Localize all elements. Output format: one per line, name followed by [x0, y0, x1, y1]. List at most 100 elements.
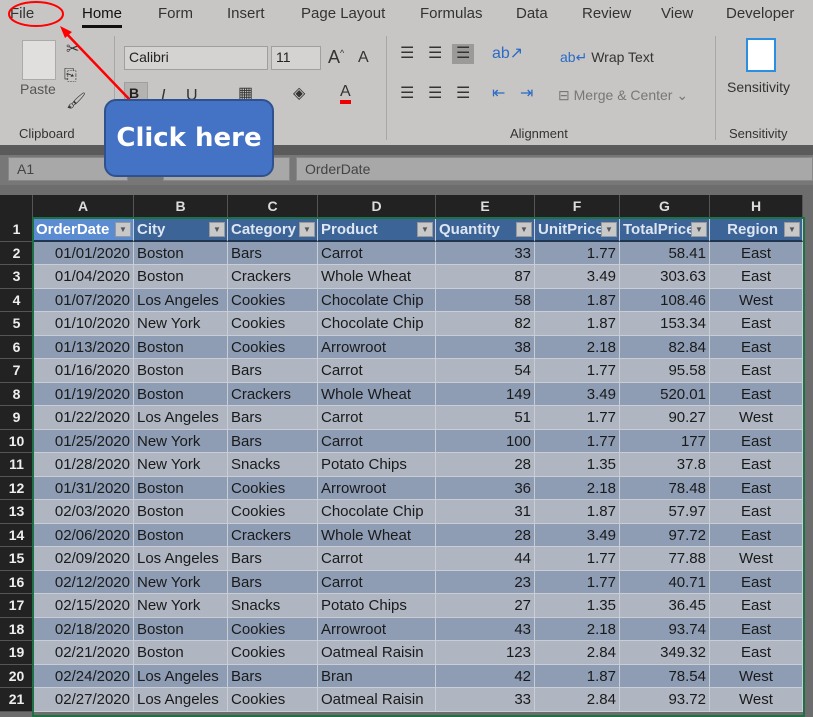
cell[interactable]: Boston: [134, 335, 228, 359]
tab-review[interactable]: Review: [582, 5, 631, 22]
cell[interactable]: 01/10/2020: [33, 312, 134, 336]
cell[interactable]: 28: [436, 453, 535, 477]
filter-dropdown-icon[interactable]: ▼: [601, 222, 617, 237]
paste-button[interactable]: Paste: [20, 82, 56, 96]
cell[interactable]: 90.27: [620, 406, 710, 430]
cell[interactable]: Boston: [134, 382, 228, 406]
copy-icon[interactable]: ⎘: [64, 68, 77, 84]
cell[interactable]: Carrot: [318, 570, 436, 594]
cell[interactable]: Boston: [134, 359, 228, 383]
cell[interactable]: Whole Wheat: [318, 523, 436, 547]
cell[interactable]: 02/24/2020: [33, 664, 134, 688]
cell[interactable]: Carrot: [318, 547, 436, 571]
cell[interactable]: 02/27/2020: [33, 688, 134, 712]
cell[interactable]: 02/21/2020: [33, 641, 134, 665]
cell[interactable]: 27: [436, 594, 535, 618]
fill-color-icon[interactable]: ◈: [293, 86, 305, 102]
cell[interactable]: 58.41: [620, 241, 710, 265]
column-header-A[interactable]: A: [33, 195, 134, 218]
filter-dropdown-icon[interactable]: ▼: [209, 222, 225, 237]
row-header[interactable]: 8: [0, 382, 33, 406]
cell[interactable]: 42: [436, 664, 535, 688]
cell[interactable]: Whole Wheat: [318, 382, 436, 406]
cell[interactable]: New York: [134, 312, 228, 336]
cell[interactable]: 57.97: [620, 500, 710, 524]
column-header-H[interactable]: H: [710, 195, 803, 218]
cell[interactable]: Cookies: [228, 335, 318, 359]
cell[interactable]: 1.77: [535, 241, 620, 265]
cell[interactable]: 02/06/2020: [33, 523, 134, 547]
cell[interactable]: 33: [436, 688, 535, 712]
filter-dropdown-icon[interactable]: ▼: [115, 222, 131, 237]
cell[interactable]: 349.32: [620, 641, 710, 665]
cell[interactable]: 153.34: [620, 312, 710, 336]
cell[interactable]: Carrot: [318, 359, 436, 383]
cell[interactable]: 95.58: [620, 359, 710, 383]
cell[interactable]: 1.87: [535, 288, 620, 312]
tab-form[interactable]: Form: [158, 5, 193, 22]
cell[interactable]: 01/31/2020: [33, 476, 134, 500]
row-header[interactable]: 2: [0, 241, 33, 265]
cell[interactable]: Crackers: [228, 382, 318, 406]
cell[interactable]: East: [710, 570, 803, 594]
cell[interactable]: 1.87: [535, 312, 620, 336]
cell[interactable]: 36: [436, 476, 535, 500]
row-header[interactable]: 1: [0, 218, 33, 242]
font-size-select[interactable]: 11: [271, 46, 321, 70]
cell[interactable]: East: [710, 523, 803, 547]
row-header[interactable]: 17: [0, 594, 33, 618]
cell[interactable]: Bars: [228, 664, 318, 688]
cell[interactable]: 23: [436, 570, 535, 594]
cell[interactable]: 36.45: [620, 594, 710, 618]
cell[interactable]: Arrowroot: [318, 335, 436, 359]
cell[interactable]: 51: [436, 406, 535, 430]
cell[interactable]: 01/13/2020: [33, 335, 134, 359]
format-painter-icon[interactable]: 🖌: [66, 94, 86, 110]
cell[interactable]: 2.18: [535, 617, 620, 641]
align-right-icon[interactable]: ☰: [456, 86, 470, 102]
cell[interactable]: 02/12/2020: [33, 570, 134, 594]
cell[interactable]: 02/09/2020: [33, 547, 134, 571]
wrap-text-button[interactable]: ab↵ Wrap Text: [560, 50, 654, 64]
increase-font-icon[interactable]: A^: [328, 48, 344, 66]
cell[interactable]: 520.01: [620, 382, 710, 406]
cell[interactable]: West: [710, 688, 803, 712]
cell[interactable]: 01/16/2020: [33, 359, 134, 383]
cell[interactable]: 02/15/2020: [33, 594, 134, 618]
cell[interactable]: 78.54: [620, 664, 710, 688]
cell[interactable]: East: [710, 617, 803, 641]
cell[interactable]: 02/18/2020: [33, 617, 134, 641]
cell[interactable]: 01/04/2020: [33, 265, 134, 289]
tab-view[interactable]: View: [661, 5, 693, 22]
font-color-icon[interactable]: A: [340, 84, 351, 104]
cell[interactable]: Carrot: [318, 406, 436, 430]
cell[interactable]: Cookies: [228, 288, 318, 312]
cell[interactable]: East: [710, 312, 803, 336]
cell[interactable]: 54: [436, 359, 535, 383]
cell[interactable]: Bran: [318, 664, 436, 688]
cell[interactable]: 77.88: [620, 547, 710, 571]
cell[interactable]: East: [710, 265, 803, 289]
cell[interactable]: Chocolate Chip: [318, 500, 436, 524]
column-header-G[interactable]: G: [620, 195, 710, 218]
cell[interactable]: Los Angeles: [134, 288, 228, 312]
cell[interactable]: 149: [436, 382, 535, 406]
filter-dropdown-icon[interactable]: ▼: [691, 222, 707, 237]
cell[interactable]: East: [710, 500, 803, 524]
cell[interactable]: 2.18: [535, 476, 620, 500]
merge-center-button[interactable]: ⊟ Merge & Center ⌄: [558, 88, 688, 102]
cell[interactable]: 123: [436, 641, 535, 665]
filter-dropdown-icon[interactable]: ▼: [784, 222, 800, 237]
row-header[interactable]: 11: [0, 453, 33, 477]
increase-indent-icon[interactable]: ⇥: [520, 86, 533, 102]
cell[interactable]: Cookies: [228, 476, 318, 500]
middle-align-icon[interactable]: ☰: [428, 46, 442, 62]
column-header-B[interactable]: B: [134, 195, 228, 218]
header-cell[interactable]: OrderDate ▼: [33, 218, 134, 242]
cell[interactable]: East: [710, 335, 803, 359]
cell[interactable]: 3.49: [535, 382, 620, 406]
row-header[interactable]: 14: [0, 523, 33, 547]
cell[interactable]: 38: [436, 335, 535, 359]
orientation-icon[interactable]: ab↗: [492, 46, 523, 62]
cell[interactable]: 82: [436, 312, 535, 336]
